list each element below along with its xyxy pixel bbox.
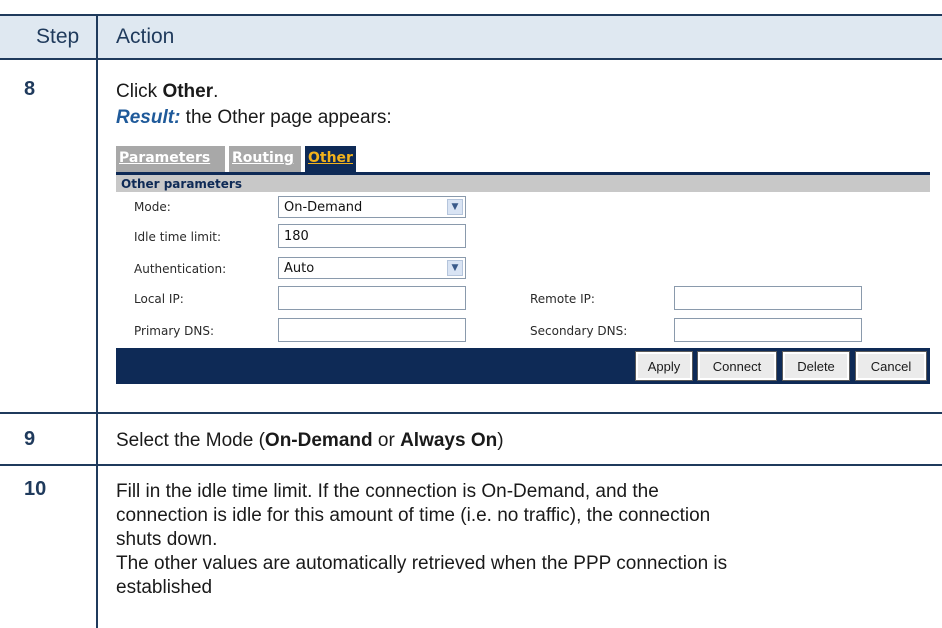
chevron-down-icon: ▼ — [447, 199, 463, 215]
tab-routing[interactable]: Routing — [229, 146, 301, 172]
mode-label: Mode: — [134, 200, 171, 214]
step-number: 10 — [24, 478, 47, 500]
local-ip-input[interactable] — [278, 286, 466, 310]
document-page: Step Action 8 Click Other. Result: the O… — [0, 0, 942, 628]
local-ip-label: Local IP: — [134, 292, 184, 306]
tab-other[interactable]: Other — [305, 146, 356, 172]
authentication-select[interactable]: Auto ▼ — [278, 257, 466, 279]
header-action: Action — [116, 25, 175, 48]
step-text-line: shuts down. — [116, 529, 218, 550]
step-text: Select the Mode (On-Demand or Always On) — [116, 430, 504, 451]
authentication-label: Authentication: — [134, 262, 227, 276]
table-header: Step Action — [0, 14, 942, 60]
step-text-line: Fill in the idle time limit. If the conn… — [116, 481, 659, 502]
header-step: Step — [36, 25, 80, 48]
idle-time-label: Idle time limit: — [134, 230, 222, 244]
apply-button[interactable]: Apply — [635, 351, 693, 381]
step-text-line: The other values are automatically retri… — [116, 553, 728, 574]
delete-button[interactable]: Delete — [782, 351, 850, 381]
tab-parameters[interactable]: Parameters — [116, 146, 225, 172]
step-text-line: established — [116, 577, 213, 598]
mode-value: On-Demand — [284, 200, 363, 215]
row-divider — [0, 412, 942, 414]
step-text-line: connection is idle for this amount of ti… — [116, 505, 711, 526]
primary-dns-input[interactable] — [278, 318, 466, 342]
chevron-down-icon: ▼ — [447, 260, 463, 276]
step-number: 8 — [24, 78, 36, 100]
row-divider — [0, 464, 942, 466]
authentication-value: Auto — [284, 261, 315, 276]
primary-dns-label: Primary DNS: — [134, 324, 215, 338]
result-label: Result: — [116, 107, 181, 128]
step-number: 9 — [24, 428, 36, 450]
idle-time-input[interactable]: 180 — [278, 224, 466, 248]
remote-ip-label: Remote IP: — [530, 292, 595, 306]
cancel-button[interactable]: Cancel — [855, 351, 927, 381]
secondary-dns-label: Secondary DNS: — [530, 324, 628, 338]
remote-ip-input[interactable] — [674, 286, 862, 310]
mode-select[interactable]: On-Demand ▼ — [278, 196, 466, 218]
column-divider — [96, 14, 98, 628]
result-line: Result: the Other page appears: — [116, 107, 392, 128]
other-page-screenshot: Parameters Routing Other Other parameter… — [116, 146, 930, 386]
connect-button[interactable]: Connect — [697, 351, 777, 381]
secondary-dns-input[interactable] — [674, 318, 862, 342]
section-title: Other parameters — [116, 175, 930, 192]
step-text: Click Other. — [116, 81, 219, 102]
